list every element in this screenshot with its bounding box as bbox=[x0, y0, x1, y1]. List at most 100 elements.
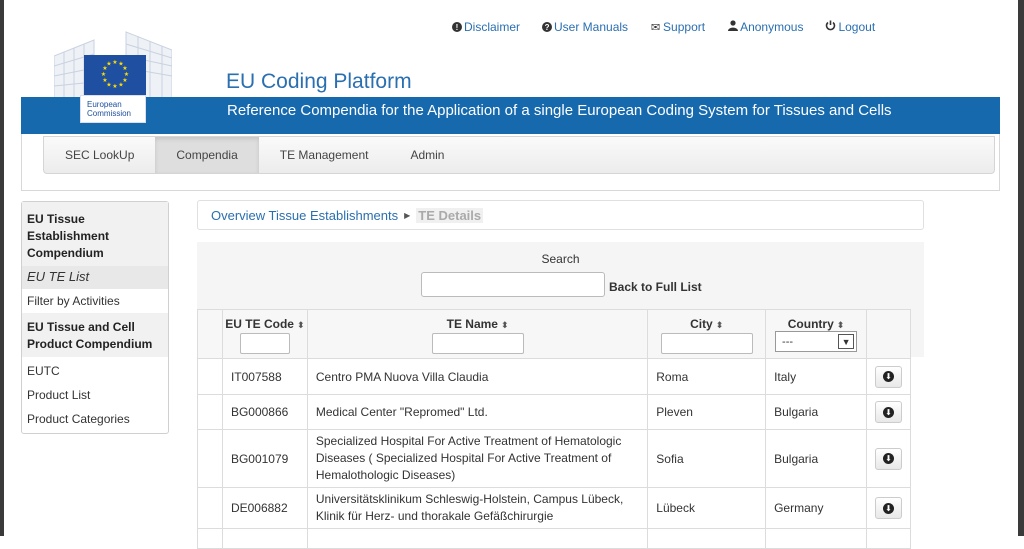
cell-code: IT007588 bbox=[221, 358, 308, 395]
header-city-label: City bbox=[690, 317, 713, 331]
row-details-button[interactable]: ⬇ bbox=[874, 447, 902, 470]
breadcrumb-separator-icon: ▶ bbox=[404, 211, 411, 220]
table-header-city[interactable]: City ⬍ bbox=[647, 309, 767, 359]
sort-icon: ⬍ bbox=[296, 320, 305, 330]
breadcrumb-overview-link[interactable]: Overview Tissue Establishments bbox=[211, 208, 398, 223]
back-to-full-list-link[interactable]: Back to Full List bbox=[609, 280, 702, 294]
table-row: BG000866 Medical Center "Repromed" Ltd. … bbox=[197, 394, 912, 430]
cell-country bbox=[765, 528, 867, 549]
window-frame-right bbox=[1018, 0, 1024, 536]
row-spacer bbox=[197, 358, 223, 395]
cell-name: Specialized Hospital For Active Treatmen… bbox=[306, 429, 649, 488]
cell-country: Bulgaria bbox=[765, 429, 867, 488]
sort-icon: ⬍ bbox=[715, 320, 724, 330]
sidebar-item-product-list[interactable]: Product List bbox=[22, 383, 168, 407]
disclaimer-link[interactable]: ! Disclaimer bbox=[452, 20, 520, 34]
country-select-value: --- bbox=[782, 335, 794, 348]
anonymous-label: Anonymous bbox=[740, 20, 804, 34]
svg-text:★: ★ bbox=[124, 71, 129, 78]
svg-text:★: ★ bbox=[112, 59, 117, 66]
download-circle-icon: ⬇ bbox=[882, 371, 894, 382]
sidebar: EU Tissue Establishment Compendium EU TE… bbox=[21, 201, 169, 434]
filter-city-input[interactable] bbox=[660, 333, 753, 354]
logout-link[interactable]: Logout bbox=[825, 20, 875, 34]
row-spacer bbox=[197, 487, 223, 529]
nav-sec-lookup[interactable]: SEC LookUp bbox=[44, 137, 155, 173]
cell-country: Italy bbox=[765, 358, 867, 395]
breadcrumb-current: TE Details bbox=[416, 208, 484, 223]
header-code-label: EU TE Code bbox=[225, 317, 294, 331]
row-details-button[interactable]: ⬇ bbox=[874, 401, 902, 423]
table-row bbox=[197, 528, 912, 549]
filter-code-input[interactable] bbox=[239, 333, 290, 354]
cell-city: Roma bbox=[647, 358, 767, 395]
cell-code: BG001079 bbox=[221, 429, 308, 488]
nav-compendia[interactable]: Compendia bbox=[155, 137, 259, 173]
search-input[interactable] bbox=[421, 272, 605, 297]
table-header-spacer bbox=[197, 309, 223, 359]
svg-text:★: ★ bbox=[101, 71, 106, 78]
sidebar-item-product-categories[interactable]: Product Categories bbox=[22, 407, 168, 431]
cell-actions: ⬇ bbox=[865, 429, 912, 488]
nav-admin[interactable]: Admin bbox=[389, 137, 465, 173]
anonymous-user-link[interactable]: Anonymous bbox=[727, 20, 803, 34]
cell-city: Sofia bbox=[647, 429, 767, 488]
cell-city: Lübeck bbox=[647, 487, 767, 529]
main-navbar: SEC LookUp Compendia TE Management Admin bbox=[43, 136, 995, 174]
cell-actions bbox=[865, 528, 912, 549]
support-link[interactable]: ✉ Support bbox=[650, 20, 705, 34]
nav-container: SEC LookUp Compendia TE Management Admin bbox=[21, 134, 1000, 191]
cell-city: Pleven bbox=[647, 394, 767, 430]
table-row: BG001079 Specialized Hospital For Active… bbox=[197, 429, 912, 488]
row-details-button[interactable]: ⬇ bbox=[874, 497, 902, 519]
sort-icon: ⬍ bbox=[500, 320, 509, 330]
nav-te-management[interactable]: TE Management bbox=[259, 137, 390, 173]
eu-flag-logo: ★ ★ ★ ★ ★ ★ ★ ★ ★ ★ ★ ★ bbox=[84, 55, 146, 95]
row-spacer bbox=[197, 528, 223, 549]
user-manuals-label: User Manuals bbox=[554, 20, 629, 34]
te-table: EU TE Code ⬍ TE Name ⬍ City ⬍ Country ⬍ --- … bbox=[197, 309, 912, 549]
cell-actions: ⬇ bbox=[865, 394, 912, 430]
row-spacer bbox=[197, 394, 223, 430]
svg-text:★: ★ bbox=[118, 82, 123, 89]
cell-actions: ⬇ bbox=[865, 487, 912, 529]
filter-country-select[interactable]: --- ▼ bbox=[775, 331, 858, 352]
question-icon: ? bbox=[542, 22, 553, 32]
filter-name-input[interactable] bbox=[431, 333, 524, 354]
cell-code bbox=[221, 528, 308, 549]
cell-name: Centro PMA Nuova Villa Claudia bbox=[306, 358, 649, 395]
table-row: DE006882 Universitätsklinikum Schleswig-… bbox=[197, 487, 912, 529]
sidebar-item-eu-te-list[interactable]: EU TE List bbox=[22, 266, 168, 289]
breadcrumb: Overview Tissue Establishments ▶ TE Detail… bbox=[197, 200, 924, 230]
app-title: EU Coding Platform bbox=[226, 70, 412, 93]
cell-actions: ⬇ bbox=[865, 358, 912, 395]
logo-text-line2: Commission bbox=[87, 109, 132, 118]
table-header-country[interactable]: Country ⬍ --- ▼ bbox=[765, 309, 867, 359]
table-header-code[interactable]: EU TE Code ⬍ bbox=[221, 309, 308, 359]
sidebar-item-filter-by-activities[interactable]: Filter by Activities bbox=[22, 289, 168, 313]
logo-text-line1: European bbox=[87, 100, 122, 109]
cell-name: Medical Center "Repromed" Ltd. bbox=[306, 394, 649, 430]
sidebar-section-product-compendium: EU Tissue and Cell Product Compendium bbox=[22, 313, 168, 357]
header-name-label: TE Name bbox=[446, 317, 498, 331]
download-circle-icon: ⬇ bbox=[882, 453, 894, 464]
european-commission-logo-text: European Commission bbox=[80, 95, 146, 123]
user-manuals-link[interactable]: ? User Manuals bbox=[542, 20, 628, 34]
search-label: Search bbox=[541, 252, 580, 266]
header-country-label: Country bbox=[787, 317, 834, 331]
cell-city bbox=[647, 528, 767, 549]
cell-country: Bulgaria bbox=[765, 394, 867, 430]
table-header-name[interactable]: TE Name ⬍ bbox=[306, 309, 649, 359]
svg-text:★: ★ bbox=[122, 65, 127, 72]
sort-icon: ⬍ bbox=[836, 320, 845, 330]
download-circle-icon: ⬇ bbox=[882, 406, 894, 418]
row-details-button[interactable]: ⬇ bbox=[874, 365, 902, 388]
logout-label: Logout bbox=[838, 20, 876, 34]
user-icon bbox=[727, 20, 738, 34]
sidebar-item-eutc[interactable]: EUTC bbox=[22, 357, 168, 383]
sidebar-section-te-compendium: EU Tissue Establishment Compendium bbox=[22, 202, 168, 266]
support-label: Support bbox=[663, 20, 706, 34]
exclamation-icon: ! bbox=[452, 22, 462, 32]
cell-name: Universitätsklinikum Schleswig-Holstein,… bbox=[306, 487, 649, 529]
cell-country: Germany bbox=[765, 487, 867, 529]
